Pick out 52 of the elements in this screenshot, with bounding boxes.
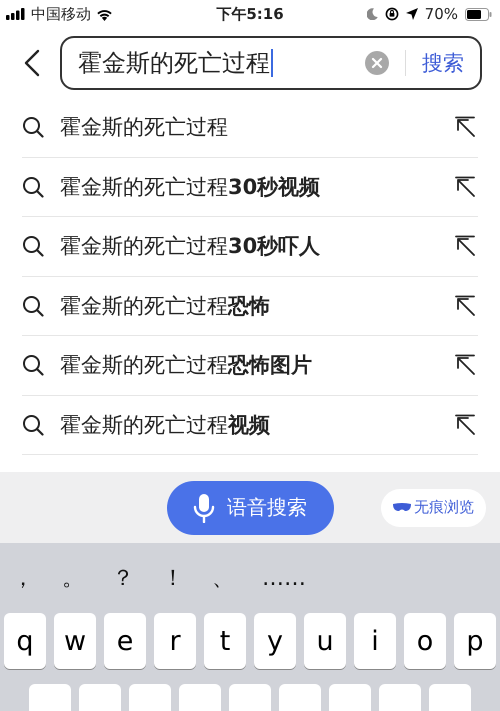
suggestion-item[interactable]: 霍金斯的死亡过程	[60, 113, 438, 142]
back-icon[interactable]	[24, 49, 40, 77]
letter-key[interactable]: t	[204, 613, 246, 669]
letter-key[interactable]: r	[154, 613, 196, 669]
punctuation-key[interactable]: 。	[62, 563, 112, 593]
signal-icon	[6, 8, 26, 20]
search-icon	[22, 354, 44, 376]
fill-arrow-icon[interactable]	[454, 176, 476, 198]
location-icon	[406, 8, 418, 20]
carrier-name: 中国移动	[31, 4, 91, 24]
fill-arrow-icon[interactable]	[454, 354, 476, 376]
fill-arrow-icon[interactable]	[454, 294, 476, 317]
wifi-icon	[96, 8, 113, 20]
search-icon	[22, 235, 44, 258]
punctuation-key[interactable]: ，	[12, 563, 62, 593]
letter-key[interactable]: p	[454, 613, 496, 669]
letter-key[interactable]: q	[4, 613, 46, 669]
search-input-text: 霍金斯的死亡过程	[78, 48, 270, 79]
status-time: 下午5:16	[216, 4, 284, 24]
letter-key[interactable]: w	[54, 613, 96, 669]
suggestion-item[interactable]: 霍金斯的死亡过程30秒吓人	[60, 232, 438, 260]
letter-key[interactable]: y	[254, 613, 296, 669]
search-field[interactable]: 霍金斯的死亡过程 搜索	[60, 36, 482, 90]
letter-key[interactable]: o	[404, 613, 446, 669]
mask-icon	[393, 503, 411, 512]
suggestion-item[interactable]: 霍金斯的死亡过程视频	[60, 410, 438, 439]
punctuation-key[interactable]: 、	[212, 563, 262, 593]
search-icon	[22, 294, 44, 317]
rotation-lock-icon	[384, 7, 399, 21]
fill-arrow-icon[interactable]	[454, 116, 476, 138]
battery-percent: 70%	[424, 5, 458, 23]
incognito-button[interactable]: 无痕浏览	[381, 488, 486, 526]
search-button[interactable]: 搜索	[422, 49, 464, 77]
punctuation-key[interactable]: ！	[162, 563, 212, 593]
voice-search-button[interactable]: 语音搜索	[166, 480, 334, 534]
fill-arrow-icon[interactable]	[454, 235, 476, 258]
fill-arrow-icon[interactable]	[454, 414, 476, 436]
suggestion-item[interactable]: 霍金斯的死亡过程恐怖	[60, 292, 438, 320]
suggestion-item[interactable]: 霍金斯的死亡过程30秒视频	[60, 172, 438, 201]
suggestion-item[interactable]: 霍金斯的死亡过程恐怖图片	[60, 351, 438, 380]
letter-key[interactable]: u	[304, 613, 346, 669]
letter-key[interactable]: i	[354, 613, 396, 669]
clear-icon[interactable]	[365, 51, 389, 75]
punctuation-key[interactable]: ……	[262, 566, 312, 590]
battery-icon	[465, 8, 492, 20]
punctuation-key[interactable]: ？	[112, 563, 162, 593]
search-icon	[22, 116, 44, 138]
letter-key[interactable]: e	[104, 613, 146, 669]
moon-icon	[366, 8, 378, 20]
search-icon	[22, 414, 44, 436]
search-icon	[22, 176, 44, 198]
microphone-icon	[193, 492, 215, 522]
